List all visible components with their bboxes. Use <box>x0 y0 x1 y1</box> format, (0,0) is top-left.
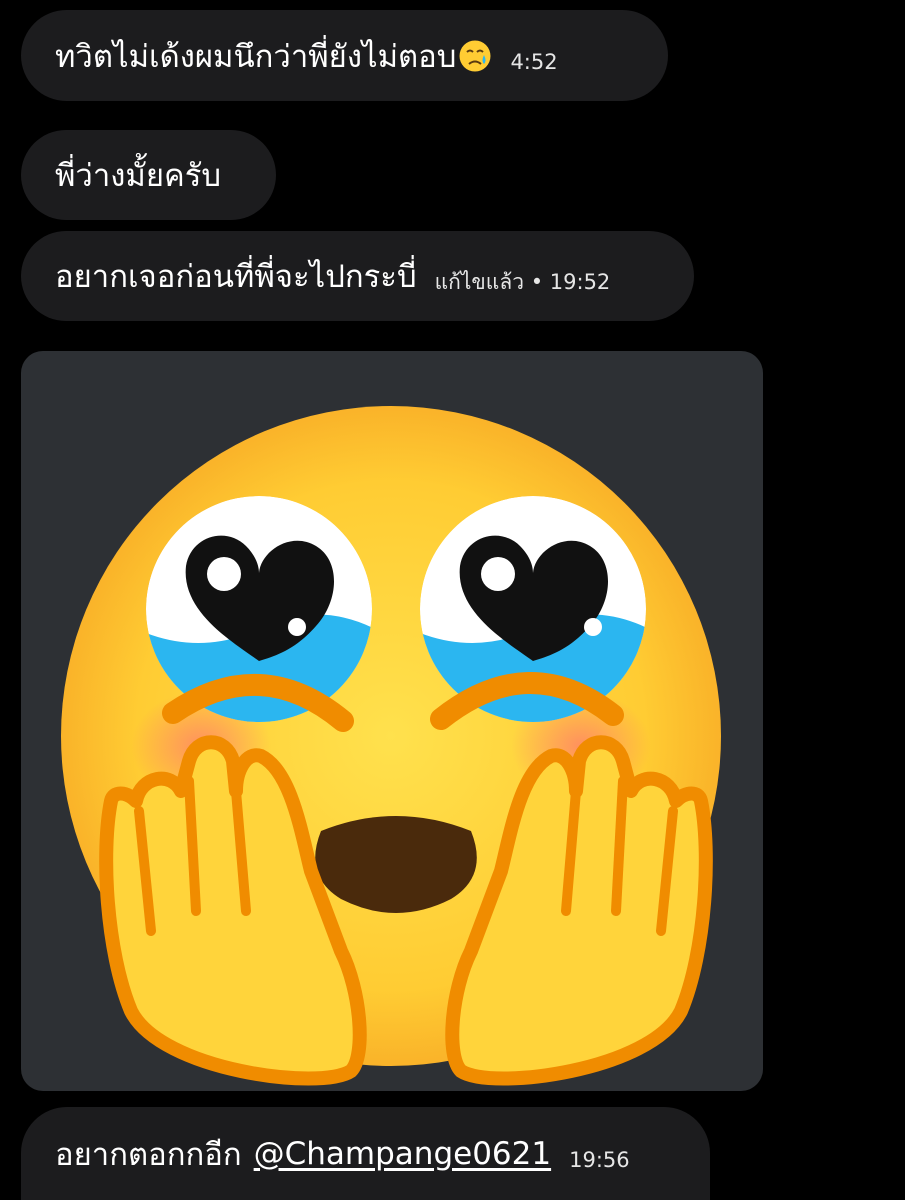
edited-label: แก้ไขแล้ว <box>434 269 524 294</box>
mention-link[interactable]: @Champange0621 <box>254 1136 551 1172</box>
message-text: พี่ว่างมั้ยครับ <box>55 158 222 194</box>
message-bubble[interactable]: อยากเจอก่อนที่พี่จะไปกระบี่ แก้ไขแล้ว • … <box>21 231 694 321</box>
message-time: 19:56 <box>569 1147 630 1172</box>
message-time: 4:52 <box>510 49 558 74</box>
message-text: ทวิตไม่เด้งผมนึกว่าพี่ยังไม่ตอบ <box>55 38 457 75</box>
meta-separator: • <box>530 269 544 294</box>
face-holding-back-tears-hands-icon <box>61 406 721 1086</box>
message-text: อยากเจอก่อนที่พี่จะไปกระบี่ <box>55 259 417 295</box>
sticker-message[interactable] <box>21 351 763 1091</box>
message-bubble[interactable]: อยากตอกกอีก @Champange0621 19:56 <box>21 1107 710 1200</box>
message-time: 19:52 <box>549 269 611 294</box>
crying-face-icon <box>458 39 492 73</box>
message-text: อยากตอกกอีก <box>55 1136 242 1173</box>
message-meta: แก้ไขแล้ว • 19:52 <box>435 266 611 299</box>
message-bubble[interactable]: พี่ว่างมั้ยครับ <box>21 130 276 220</box>
message-bubble[interactable]: ทวิตไม่เด้งผมนึกว่าพี่ยังไม่ตอบ 4:52 <box>21 10 668 101</box>
